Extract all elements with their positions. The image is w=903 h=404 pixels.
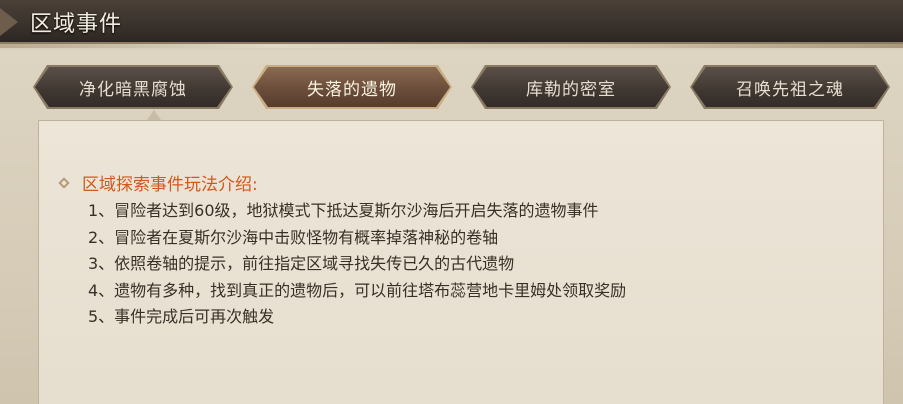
list-item: 3、依照卷轴的提示，前往指定区域寻找失传已久的古代遗物 <box>88 254 515 273</box>
title-ornament <box>0 8 18 36</box>
intro-heading-row: 区域探索事件玩法介绍: <box>58 170 258 195</box>
tab-kuller-chamber[interactable]: 库勒的密室 <box>473 67 669 107</box>
tab-label: 净化暗黑腐蚀 <box>79 79 187 100</box>
tab-label: 库勒的密室 <box>526 79 616 100</box>
rules-list: 1、冒险者达到60级，地狱模式下抵达夏斯尔沙海后开启失落的遗物事件 2、冒险者在… <box>88 198 626 331</box>
tab-label: 失落的遗物 <box>307 79 397 100</box>
page-title: 区域事件 <box>30 12 123 37</box>
list-item: 2、冒险者在夏斯尔沙海中击败怪物有概率掉落神秘的卷轴 <box>88 227 499 247</box>
list-item: 5、事件完成后可再次触发 <box>88 307 275 326</box>
tab-purify-corruption[interactable]: 净化暗黑腐蚀 <box>35 67 231 107</box>
tab-label: 召唤先祖之魂 <box>736 79 844 100</box>
tab-lost-relic[interactable]: 失落的遗物 <box>254 67 450 107</box>
list-item: 4、遗物有多种，找到真正的遗物后，可以前往塔布蕊营地卡里姆处领取奖励 <box>88 280 627 300</box>
list-item: 1、冒险者达到60级，地狱模式下抵达夏斯尔沙海后开启失落的遗物事件 <box>88 201 599 220</box>
diamond-icon <box>58 177 70 189</box>
title-bar: 区域事件 <box>0 0 903 48</box>
intro-heading: 区域探索事件玩法介绍: <box>82 175 258 195</box>
tab-summon-ancestors[interactable]: 召唤先祖之魂 <box>692 67 888 107</box>
